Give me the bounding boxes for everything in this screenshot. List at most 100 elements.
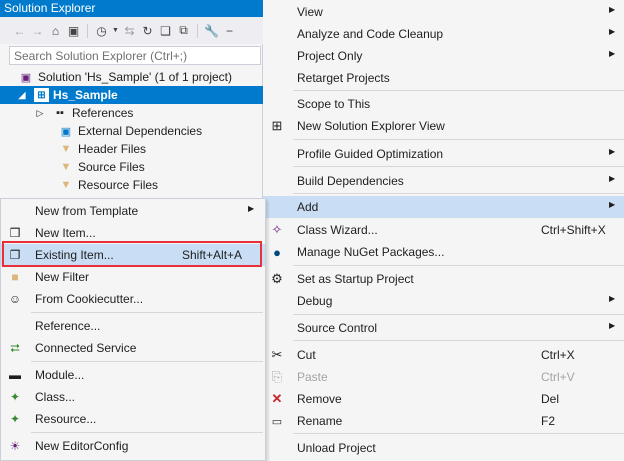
solution-explorer-title: Solution Explorer xyxy=(0,0,263,17)
home-icon[interactable]: ⌂ xyxy=(48,23,63,38)
submenu-item-reference[interactable]: Reference... xyxy=(1,315,265,337)
switch-views-icon[interactable]: ▣ xyxy=(66,23,81,38)
menu-item-startup[interactable]: ⚙ Set as Startup Project xyxy=(263,268,624,290)
solution-explorer-toolbar: ← → ⌂ ▣ ◷ ▼ ⇆ ↻ ❑ ⧉ 🔧 − xyxy=(0,17,263,44)
menu-item-label: Add xyxy=(297,200,319,214)
menu-item-source-control[interactable]: Source Control ▶ xyxy=(263,317,624,339)
menu-item-cut[interactable]: ✂ Cut Ctrl+X xyxy=(263,344,624,366)
menu-item-nuget[interactable]: ● Manage NuGet Packages... xyxy=(263,241,624,263)
menu-item-view[interactable]: View ▶ xyxy=(263,1,624,23)
header-files-node[interactable]: ▼ Header Files xyxy=(0,140,263,158)
menu-item-analyze[interactable]: Analyze and Code Cleanup ▶ xyxy=(263,23,624,45)
submenu-item-new-from-template[interactable]: New from Template ▶ xyxy=(1,200,265,222)
references-label: References xyxy=(72,106,134,120)
back-icon[interactable]: ← xyxy=(12,23,27,38)
solution-icon: ▣ xyxy=(20,71,32,84)
properties-wrench-icon[interactable]: 🔧 xyxy=(204,23,219,38)
menu-item-label: Cut xyxy=(297,348,316,362)
menu-item-label: Scope to This xyxy=(297,97,371,111)
search-input[interactable]: Search Solution Explorer (Ctrl+;) xyxy=(9,46,261,65)
submenu-item-new-item[interactable]: ❒ New Item... xyxy=(1,222,265,244)
refresh-icon[interactable]: ↻ xyxy=(140,23,155,38)
submenu-item-existing-item[interactable]: ❐ Existing Item... Shift+Alt+A xyxy=(1,244,265,266)
dropdown-arrow-icon[interactable]: ▼ xyxy=(112,23,119,38)
cpp-project-icon: ⊞ xyxy=(34,88,49,102)
menu-item-unload[interactable]: Unload Project xyxy=(263,437,624,459)
sync-icon[interactable]: ⇆ xyxy=(122,23,137,38)
menu-item-label: New EditorConfig xyxy=(35,439,129,453)
solution-label: Solution 'Hs_Sample' (1 of 1 project) xyxy=(38,70,233,84)
submenu-item-new-filter[interactable]: ■ New Filter xyxy=(1,266,265,288)
menu-item-label: Build Dependencies xyxy=(297,174,404,188)
module-icon: ▬ xyxy=(9,368,21,382)
submenu-arrow-icon: ▶ xyxy=(609,321,616,330)
expand-caret-icon[interactable]: ◢ xyxy=(16,90,28,101)
menu-item-debug[interactable]: Debug ▶ xyxy=(263,290,624,312)
new-window-icon: ⊞ xyxy=(271,118,283,133)
forward-icon[interactable]: → xyxy=(30,23,45,38)
rename-icon: ▭ xyxy=(271,415,283,428)
menu-item-label: Paste xyxy=(297,370,328,384)
references-node[interactable]: ▷ ▪▪ References xyxy=(0,104,263,122)
connected-service-icon: ⮂ xyxy=(10,340,20,355)
submenu-arrow-icon: ▶ xyxy=(609,49,616,58)
clipboard-icon: ⎘ xyxy=(271,369,283,384)
menu-item-label: Unload Project xyxy=(297,441,376,455)
menu-item-label: Remove xyxy=(297,392,342,406)
menu-item-rename[interactable]: ▭ Rename F2 xyxy=(263,410,624,432)
project-context-menu: View ▶ Analyze and Code Cleanup ▶ Projec… xyxy=(263,0,624,461)
menu-item-pgo[interactable]: Profile Guided Optimization ▶ xyxy=(263,143,624,165)
pending-changes-filter-icon[interactable]: ◷ xyxy=(94,23,109,38)
menu-item-shortcut: Shift+Alt+A xyxy=(182,248,243,262)
submenu-item-module[interactable]: ▬ Module... xyxy=(1,364,265,386)
menu-item-class-wizard[interactable]: ✧ Class Wizard... Ctrl+Shift+X xyxy=(263,219,624,241)
add-submenu: New from Template ▶ ❒ New Item... ❐ Exis… xyxy=(0,198,266,461)
collapse-all-icon[interactable]: ❑ xyxy=(158,23,173,38)
submenu-item-connected-service[interactable]: ⮂ Connected Service xyxy=(1,337,265,359)
resource-files-node[interactable]: ▼ Resource Files xyxy=(0,176,263,194)
menu-item-build-dependencies[interactable]: Build Dependencies ▶ xyxy=(263,170,624,192)
solution-node[interactable]: ▣ Solution 'Hs_Sample' (1 of 1 project) xyxy=(0,68,263,86)
menu-item-label: Project Only xyxy=(297,49,363,63)
submenu-arrow-icon: ▶ xyxy=(248,204,255,213)
menu-item-retarget[interactable]: Retarget Projects xyxy=(263,67,624,89)
menu-item-project-only[interactable]: Project Only ▶ xyxy=(263,45,624,67)
submenu-item-new-editorconfig[interactable]: ☀ New EditorConfig xyxy=(1,435,265,457)
external-dependencies-node[interactable]: ▣ External Dependencies xyxy=(0,122,263,140)
menu-item-label: Class... xyxy=(35,390,76,404)
menu-separator xyxy=(293,90,624,91)
source-files-label: Source Files xyxy=(78,160,145,174)
menu-separator xyxy=(293,314,624,315)
header-files-label: Header Files xyxy=(78,142,147,156)
submenu-item-resource[interactable]: ✦ Resource... xyxy=(1,408,265,430)
menu-separator xyxy=(293,166,624,167)
menu-item-shortcut: Ctrl+V xyxy=(541,370,575,384)
menu-separator xyxy=(293,193,624,194)
menu-separator xyxy=(293,340,624,341)
preview-icon[interactable]: − xyxy=(222,23,237,38)
submenu-arrow-icon: ▶ xyxy=(609,200,616,209)
class-icon: ✦ xyxy=(9,390,21,404)
menu-item-add[interactable]: Add ▶ xyxy=(263,196,624,218)
menu-item-shortcut: Ctrl+X xyxy=(541,348,575,362)
source-files-node[interactable]: ▼ Source Files xyxy=(0,158,263,176)
menu-item-shortcut: F2 xyxy=(541,414,556,428)
submenu-item-class[interactable]: ✦ Class... xyxy=(1,386,265,408)
menu-item-paste[interactable]: ⎘ Paste Ctrl+V xyxy=(263,366,624,388)
menu-item-label: Existing Item... xyxy=(35,248,114,262)
submenu-arrow-icon: ▶ xyxy=(609,147,616,156)
menu-separator xyxy=(31,312,263,313)
menu-item-label: Connected Service xyxy=(35,341,137,355)
menu-item-label: Rename xyxy=(297,414,343,428)
project-node[interactable]: ◢ ⊞ Hs_Sample xyxy=(0,86,263,104)
menu-item-new-se-view[interactable]: ⊞ New Solution Explorer View xyxy=(263,115,624,137)
collapsed-caret-icon[interactable]: ▷ xyxy=(34,108,46,119)
menu-item-remove[interactable]: ✕ Remove Del xyxy=(263,388,624,410)
show-all-files-icon[interactable]: ⧉ xyxy=(176,23,191,38)
menu-item-label: New Filter xyxy=(35,270,90,284)
menu-separator xyxy=(293,265,624,266)
submenu-item-from-cookiecutter[interactable]: ☺ From Cookiecutter... xyxy=(1,288,265,310)
lightbulb-icon: ☀ xyxy=(9,439,21,453)
submenu-arrow-icon: ▶ xyxy=(609,27,616,36)
menu-item-scope[interactable]: Scope to This xyxy=(263,93,624,115)
